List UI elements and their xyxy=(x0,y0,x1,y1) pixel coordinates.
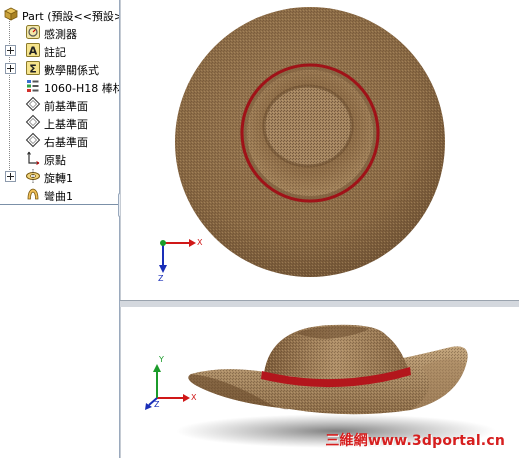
plane-icon xyxy=(25,132,41,148)
plane-icon xyxy=(25,96,41,112)
plane-icon xyxy=(25,114,41,130)
expand-icon[interactable] xyxy=(5,45,16,56)
view-triad-top xyxy=(159,239,196,273)
expand-icon[interactable] xyxy=(5,171,16,182)
axis-z-label: Z xyxy=(154,400,160,409)
axis-origin-dot xyxy=(160,240,166,246)
axis-x-arrow xyxy=(183,394,190,402)
part-icon xyxy=(3,6,19,22)
view-triad-iso xyxy=(145,364,190,410)
hat-top-view[interactable] xyxy=(175,7,445,277)
tree-item-label: 前基準面 xyxy=(44,100,88,113)
axis-x-label: X xyxy=(197,238,203,247)
tree-connector-line xyxy=(9,17,10,180)
tree-item-label: 旋轉1 xyxy=(44,172,73,185)
tree-divider xyxy=(0,204,119,205)
flex-icon xyxy=(25,186,41,202)
equation-icon: Σ xyxy=(25,60,41,76)
feature-manager-tree: Part (預設<<預設> 感測器 A 註記 Σ 數學關係式 1060-H18 … xyxy=(0,0,120,458)
axis-x-arrow xyxy=(189,239,196,247)
tree-item-label: 註記 xyxy=(44,46,66,59)
sensor-icon xyxy=(25,24,41,40)
tree-item-label: 右基準面 xyxy=(44,136,88,149)
axis-x-label: X xyxy=(191,393,197,402)
tree-item-label: 原點 xyxy=(44,154,66,167)
tree-item-label: 彎曲1 xyxy=(44,190,73,203)
axis-y-label: Y xyxy=(159,355,164,364)
hat-iso-view[interactable] xyxy=(188,324,468,415)
site-watermark: 三維網www.3dportal.cn xyxy=(325,433,505,449)
axis-y-arrow xyxy=(153,364,161,372)
axis-z-arrow xyxy=(159,265,167,273)
svg-text:A: A xyxy=(29,45,38,58)
tree-item-label: 數學關係式 xyxy=(44,64,99,77)
svg-text:Σ: Σ xyxy=(29,63,37,76)
tree-item-label: 上基準面 xyxy=(44,118,88,131)
expand-icon[interactable] xyxy=(5,63,16,74)
material-icon xyxy=(25,78,41,94)
tree-item-label: 1060-H18 棒材 xyxy=(44,82,120,95)
annotation-icon: A xyxy=(25,42,41,58)
tree-root-label: Part (預設<<預設> xyxy=(22,10,120,23)
axis-z-label: Z xyxy=(158,274,164,283)
tree-item-label: 感測器 xyxy=(44,28,77,41)
revolve-icon xyxy=(25,168,41,184)
top-view-canvas xyxy=(159,7,445,277)
viewport-top[interactable]: X Z xyxy=(120,0,519,300)
origin-icon xyxy=(25,150,41,166)
